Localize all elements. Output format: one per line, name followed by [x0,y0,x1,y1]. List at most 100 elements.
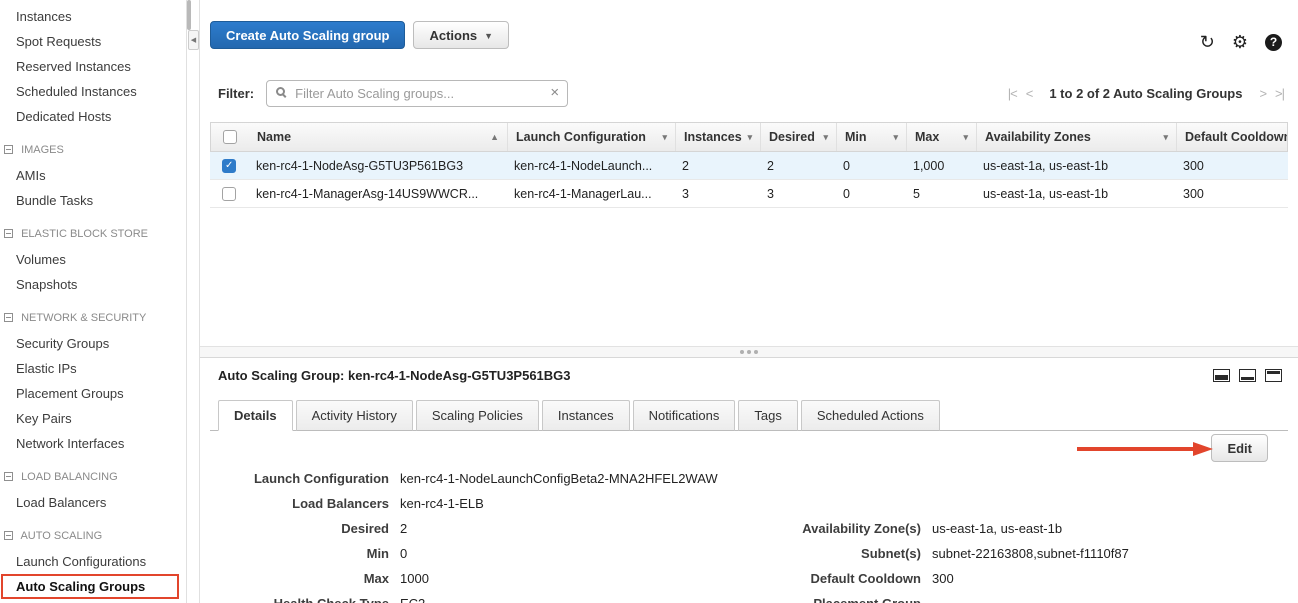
help-icon[interactable]: ? [1265,34,1282,51]
sidebar-scrollbar-thumb[interactable] [187,0,191,30]
first-page-icon[interactable]: |< [1008,86,1017,101]
column-header[interactable]: Desired ▾ [760,123,836,151]
field-label: Default Cooldown [710,571,932,586]
prev-page-icon[interactable]: < [1026,86,1033,101]
field-label: Load Balancers [210,496,400,511]
section-collapse-icon [4,313,13,322]
sidebar-item-label: Reserved Instances [16,59,131,74]
minimize-lower-pane-icon[interactable] [1265,369,1282,382]
section-collapse-icon [4,531,13,540]
row-checkbox-cell [210,159,248,173]
sidebar-item-label: Volumes [16,252,66,267]
column-header[interactable]: Default Cooldown ▾ [1176,123,1287,151]
cell-desired: 3 [759,187,835,201]
sidebar-item[interactable]: NETWORK & SECURITY [0,306,186,331]
sidebar-item[interactable]: Volumes [0,247,186,272]
sidebar-item[interactable]: Snapshots [0,272,186,297]
select-all-checkbox[interactable] [223,130,237,144]
sidebar-item[interactable]: AMIs [0,163,186,188]
sidebar-item-label: Scheduled Instances [16,84,137,99]
detail-tab[interactable]: Tags [738,400,797,431]
row-checkbox[interactable] [222,187,236,201]
upper-pane: Create Auto Scaling group Actions▼ ↻ ⚙ ?… [200,0,1298,346]
gear-icon[interactable]: ⚙ [1232,33,1248,51]
sidebar-item[interactable]: Key Pairs [0,406,186,431]
row-checkbox[interactable] [222,159,236,173]
sidebar-item-label: Key Pairs [16,411,72,426]
last-page-icon[interactable]: >| [1275,86,1284,101]
actions-button[interactable]: Actions▼ [413,21,509,49]
column-header[interactable]: Name ▲ [249,123,507,151]
clear-filter-icon[interactable]: × [550,84,559,101]
sidebar-item[interactable]: Placement Groups [0,381,186,406]
actions-label: Actions [429,28,477,43]
detail-fields-right: Availability Zone(s) us-east-1a, us-east… [710,516,1129,603]
sidebar-item[interactable]: AUTO SCALING [0,524,186,549]
sidebar-item[interactable]: Auto Scaling Groups [1,574,179,599]
cell-launch-configuration: ken-rc4-1-NodeLaunch... [506,159,674,173]
sidebar-item[interactable]: Launch Configurations [0,549,186,574]
create-auto-scaling-group-button[interactable]: Create Auto Scaling group [210,21,405,49]
sidebar-item[interactable]: Load Balancers [0,490,186,515]
detail-field: Subnet(s) subnet-22163808,subnet-f1110f8… [710,541,1129,566]
field-value: us-east-1a, us-east-1b [932,521,1062,536]
sidebar-item[interactable]: Bundle Tasks [0,188,186,213]
column-sort-caret-icon: ▾ [1157,132,1168,143]
column-header[interactable]: Max ▾ [906,123,976,151]
column-header-label: Instances [684,130,742,144]
detail-tab[interactable]: Details [218,400,293,431]
edit-button[interactable]: Edit [1211,434,1268,462]
sidebar-item[interactable]: Network Interfaces [0,431,186,456]
console-utility-icons: ↻ ⚙ ? [1200,33,1282,51]
column-sort-caret-icon: ▾ [817,132,828,143]
detail-title: Auto Scaling Group: ken-rc4-1-NodeAsg-G5… [218,368,571,383]
sidebar-item[interactable]: ELASTIC BLOCK STORE [0,222,186,247]
next-page-icon[interactable]: > [1259,86,1266,101]
column-header[interactable]: Min ▾ [836,123,906,151]
column-header[interactable]: Availability Zones ▾ [976,123,1176,151]
sidebar-item[interactable]: Scheduled Instances [0,79,186,104]
column-header-label: Max [915,130,939,144]
sidebar-item-label: Spot Requests [16,34,101,49]
detail-field: Health Check Type EC2 [210,591,718,603]
refresh-icon[interactable]: ↻ [1200,33,1215,51]
sidebar: Instances Spot Requests Reserved Instanc… [0,0,186,603]
table-row[interactable]: ken-rc4-1-ManagerAsg-14US9WWCR... ken-rc… [210,180,1288,208]
detail-tab[interactable]: Activity History [296,400,413,431]
cell-max: 1,000 [905,159,975,173]
sidebar-resize-gutter[interactable]: ◀ [186,0,200,603]
sidebar-item[interactable]: Dedicated Hosts [0,104,186,129]
sidebar-item[interactable]: Instances [0,4,186,29]
sidebar-item[interactable]: Security Groups [0,331,186,356]
detail-tab[interactable]: Instances [542,400,630,431]
detail-tab[interactable]: Scaling Policies [416,400,539,431]
sidebar-item-label: IMAGES [21,144,64,156]
split-pane-icon[interactable] [1239,369,1256,382]
field-value: 1000 [400,571,429,586]
column-sort-caret-icon: ▾ [887,132,898,143]
sidebar-item[interactable]: Elastic IPs [0,356,186,381]
sidebar-item-label: AMIs [16,168,46,183]
sidebar-item-label: Snapshots [16,277,77,292]
table-row[interactable]: ken-rc4-1-NodeAsg-G5TU3P561BG3 ken-rc4-1… [210,152,1288,180]
collapse-sidebar-button[interactable]: ◀ [188,30,199,50]
collapse-arrow-icon: ◀ [191,36,196,44]
detail-field: Desired 2 [210,516,718,541]
sidebar-item[interactable]: Reserved Instances [0,54,186,79]
search-box: × [266,80,568,107]
column-header[interactable]: Launch Configuration ▾ [507,123,675,151]
row-checkbox-cell [210,187,248,201]
sidebar-item[interactable]: Spot Requests [0,29,186,54]
detail-tab[interactable]: Scheduled Actions [801,400,940,431]
filter-input[interactable] [266,80,568,107]
sidebar-item-label: Network Interfaces [16,436,124,451]
sidebar-item[interactable]: LOAD BALANCING [0,465,186,490]
cell-instances: 3 [674,187,759,201]
maximize-lower-pane-icon[interactable] [1213,369,1230,382]
detail-tab[interactable]: Notifications [633,400,736,431]
sidebar-item[interactable]: IMAGES [0,138,186,163]
pane-splitter[interactable] [200,346,1298,358]
section-collapse-icon [4,472,13,481]
field-label: Desired [210,521,400,536]
column-header[interactable]: Instances ▾ [675,123,760,151]
